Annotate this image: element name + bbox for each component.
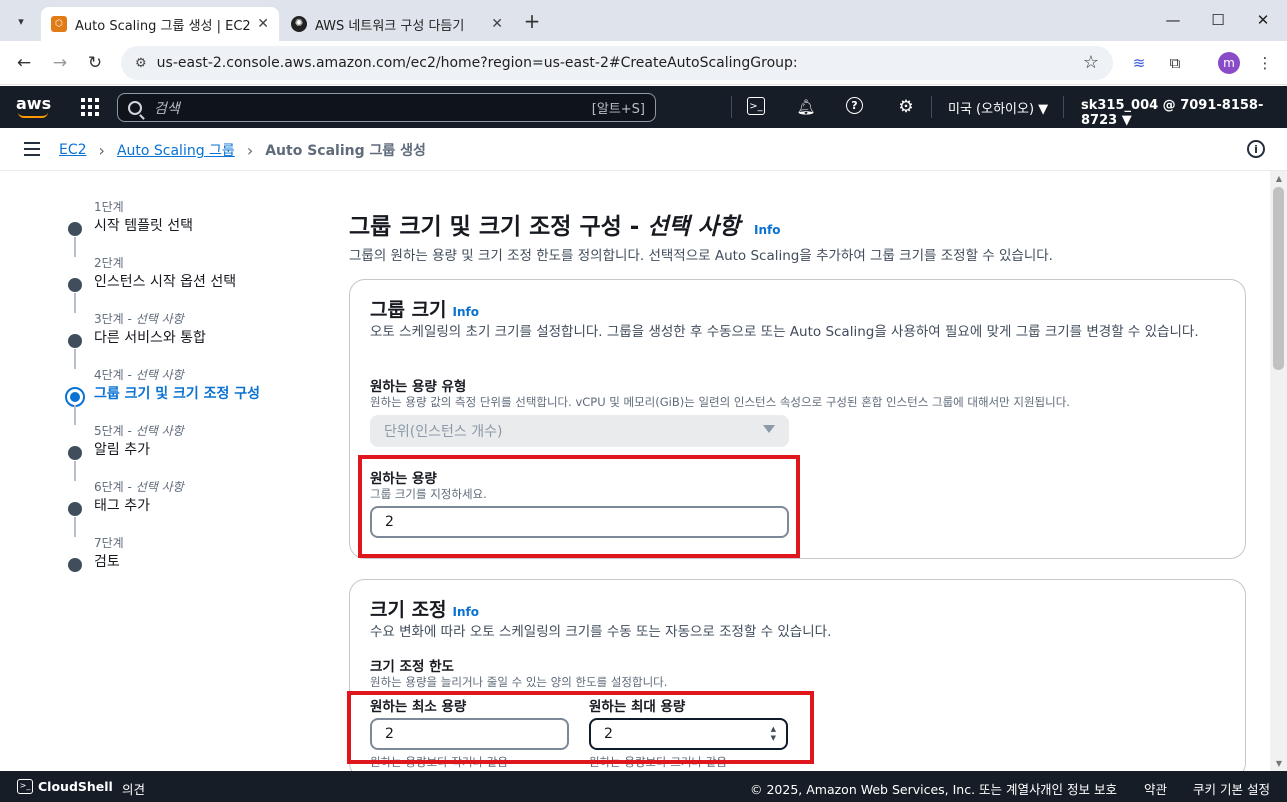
step-dot-icon (68, 502, 82, 516)
address-bar-row: ← → ↻ ⚙ us-east-2.console.aws.amazon.com… (0, 41, 1287, 85)
url-text: us-east-2.console.aws.amazon.com/ec2/hom… (156, 55, 798, 71)
page-description: 그룹의 원하는 용량 및 크기 조정 한도를 정의합니다. 선택적으로 Auto… (349, 248, 1053, 264)
privacy-link[interactable]: 개인 정보 보호 (1040, 779, 1117, 798)
account-menu[interactable]: sk315_004 @ 7091-8158-8723 ▼ (1081, 98, 1287, 128)
scaling-limits-hint: 원하는 용량을 늘리거나 줄일 수 있는 양의 한도를 설정합니다. (370, 675, 668, 689)
aws-logo[interactable]: aws (16, 94, 51, 120)
step-dot-icon (68, 446, 82, 460)
chevron-right-icon: › (246, 140, 254, 160)
step-name: 알림 추가 (94, 442, 150, 458)
site-info-icon[interactable]: ⚙ (135, 56, 147, 71)
scaling-description: 수요 변화에 따라 오토 스케일링의 크기를 수동 또는 자동으로 조정할 수 … (370, 624, 832, 640)
step-dot-icon (68, 278, 82, 292)
cloudshell-icon[interactable]: >_ (17, 779, 33, 794)
search-icon (128, 100, 142, 115)
services-grid-icon[interactable] (81, 98, 99, 116)
window-close-icon[interactable]: ✕ (1248, 8, 1278, 32)
profile-avatar[interactable]: m (1218, 52, 1240, 74)
wizard-steps: 1단계 시작 템플릿 선택 2단계 인스턴스 시작 옵션 선택 3단계 - 선택… (60, 199, 320, 591)
group-size-description: 오토 스케일링의 초기 크기를 설정합니다. 그룹을 생성한 후 수동으로 또는… (370, 324, 1199, 340)
highlight-box (358, 455, 800, 558)
info-panel-icon[interactable]: i (1247, 140, 1265, 158)
step-5[interactable]: 5단계 - 선택 사항 알림 추가 (60, 423, 320, 481)
browser-tab-bar: ▾ ⬡ Auto Scaling 그룹 생성 | EC2 | us-east-2… (0, 0, 1287, 41)
breadcrumb-auto-scaling-groups[interactable]: Auto Scaling 그룹 (117, 140, 235, 160)
browser-menu-icon[interactable]: ⋮ (1252, 51, 1278, 75)
breadcrumb-current: Auto Scaling 그룹 생성 (265, 143, 426, 159)
url-input[interactable]: ⚙ us-east-2.console.aws.amazon.com/ec2/h… (121, 46, 1113, 80)
copyright-text: © 2025, Amazon Web Services, Inc. 또는 계열사… (750, 782, 1045, 797)
step-name: 태그 추가 (94, 498, 150, 514)
scaling-limits-label: 크기 조정 한도 (370, 659, 454, 675)
scroll-down-icon[interactable]: ▼ (1274, 759, 1284, 768)
step-2[interactable]: 2단계 인스턴스 시작 옵션 선택 (60, 255, 320, 313)
capacity-type-select: 단위(인스턴스 개수) (370, 415, 789, 447)
search-placeholder: 검색 (154, 100, 180, 117)
tab-title: Auto Scaling 그룹 생성 | EC2 | us-east-2 (75, 18, 251, 34)
caret-down-icon (763, 425, 775, 433)
settings-gear-icon[interactable]: ⚙ (896, 97, 916, 117)
breadcrumb: EC2 › Auto Scaling 그룹 › Auto Scaling 그룹 … (59, 140, 426, 160)
info-link[interactable]: Info (453, 305, 479, 319)
step-name: 인스턴스 시작 옵션 선택 (94, 274, 237, 290)
capacity-type-hint: 원하는 용량 값의 측정 단위를 선택합니다. vCPU 및 메모리(GiB)는… (370, 395, 1070, 409)
step-name: 검토 (94, 554, 120, 570)
close-tab-icon[interactable]: ✕ (491, 16, 503, 32)
step-current-icon (65, 387, 85, 407)
info-link[interactable]: Info (453, 605, 479, 619)
chevron-right-icon: › (98, 140, 105, 160)
reload-icon[interactable]: ↻ (82, 51, 108, 75)
console-footer: >_ CloudShell 의견 © 2025, Amazon Web Serv… (0, 771, 1287, 802)
aws-top-nav: aws 검색 [알트+S] >_ 🔔︎ ? ⚙ 미국 (오하이오) ▼ sk31… (0, 86, 1287, 128)
step-dot-icon (68, 558, 82, 572)
extensions-puzzle-icon[interactable]: ⧉ (1162, 51, 1188, 75)
new-tab-button[interactable]: + (519, 8, 545, 34)
step-6[interactable]: 6단계 - 선택 사항 태그 추가 (60, 479, 320, 537)
tab-network[interactable]: ✺ AWS 네트워크 구성 다듬기 ✕ (281, 7, 513, 41)
extension-icon[interactable]: ≋ (1126, 51, 1152, 75)
minimize-icon[interactable]: — (1158, 8, 1188, 32)
cookie-preferences-link[interactable]: 쿠키 기본 설정 (1193, 779, 1270, 798)
notifications-bell-icon[interactable]: 🔔︎ (796, 97, 816, 117)
scaling-title: 크기 조정 Info (370, 599, 480, 621)
cloudshell-icon[interactable]: >_ (747, 97, 765, 115)
group-size-title: 그룹 크기 Info (370, 299, 480, 321)
step-name: 그룹 크기 및 크기 조정 구성 (94, 386, 261, 402)
forward-icon[interactable]: → (47, 51, 73, 75)
terms-link[interactable]: 약관 (1144, 779, 1167, 798)
step-1[interactable]: 1단계 시작 템플릿 선택 (60, 199, 320, 257)
cloudshell-link[interactable]: CloudShell (38, 779, 113, 794)
bookmark-star-icon[interactable]: ☆ (1083, 52, 1099, 73)
page-title: 그룹 크기 및 크기 조정 구성 - 선택 사항 Info (349, 214, 781, 240)
menu-hamburger-icon[interactable] (24, 142, 40, 156)
tab-title: AWS 네트워크 구성 다듬기 (315, 18, 465, 34)
search-shortcut: [알트+S] (591, 102, 645, 117)
step-name: 다른 서비스와 통합 (94, 330, 206, 346)
step-4-current: 4단계 - 선택 사항 그룹 크기 및 크기 조정 구성 (60, 367, 320, 425)
scrollbar-thumb[interactable] (1273, 187, 1284, 370)
highlight-box (347, 691, 814, 764)
help-icon[interactable]: ? (846, 97, 863, 114)
step-name: 시작 템플릿 선택 (94, 218, 194, 234)
breadcrumb-bar: EC2 › Auto Scaling 그룹 › Auto Scaling 그룹 … (0, 128, 1287, 171)
region-selector[interactable]: 미국 (오하이오) ▼ (948, 98, 1048, 117)
info-link[interactable]: Info (754, 223, 780, 237)
back-icon[interactable]: ← (11, 51, 37, 75)
scroll-up-icon[interactable]: ▲ (1274, 174, 1284, 183)
tab-auto-scaling[interactable]: ⬡ Auto Scaling 그룹 생성 | EC2 | us-east-2 ✕ (41, 7, 279, 41)
close-tab-icon[interactable]: ✕ (257, 16, 269, 32)
search-input[interactable]: 검색 [알트+S] (117, 93, 656, 122)
step-dot-icon (68, 222, 82, 236)
step-dot-icon (68, 334, 82, 348)
step-3[interactable]: 3단계 - 선택 사항 다른 서비스와 통합 (60, 311, 320, 369)
aws-favicon-icon: ⬡ (51, 16, 67, 32)
tab-search-icon[interactable]: ▾ (8, 8, 34, 34)
feedback-link[interactable]: 의견 (122, 779, 145, 798)
chatgpt-favicon-icon: ✺ (291, 16, 307, 32)
capacity-type-label: 원하는 용량 유형 (370, 379, 467, 395)
breadcrumb-ec2[interactable]: EC2 (59, 142, 87, 158)
step-7[interactable]: 7단계 검토 (60, 535, 320, 591)
maximize-icon[interactable]: ☐ (1203, 8, 1233, 32)
